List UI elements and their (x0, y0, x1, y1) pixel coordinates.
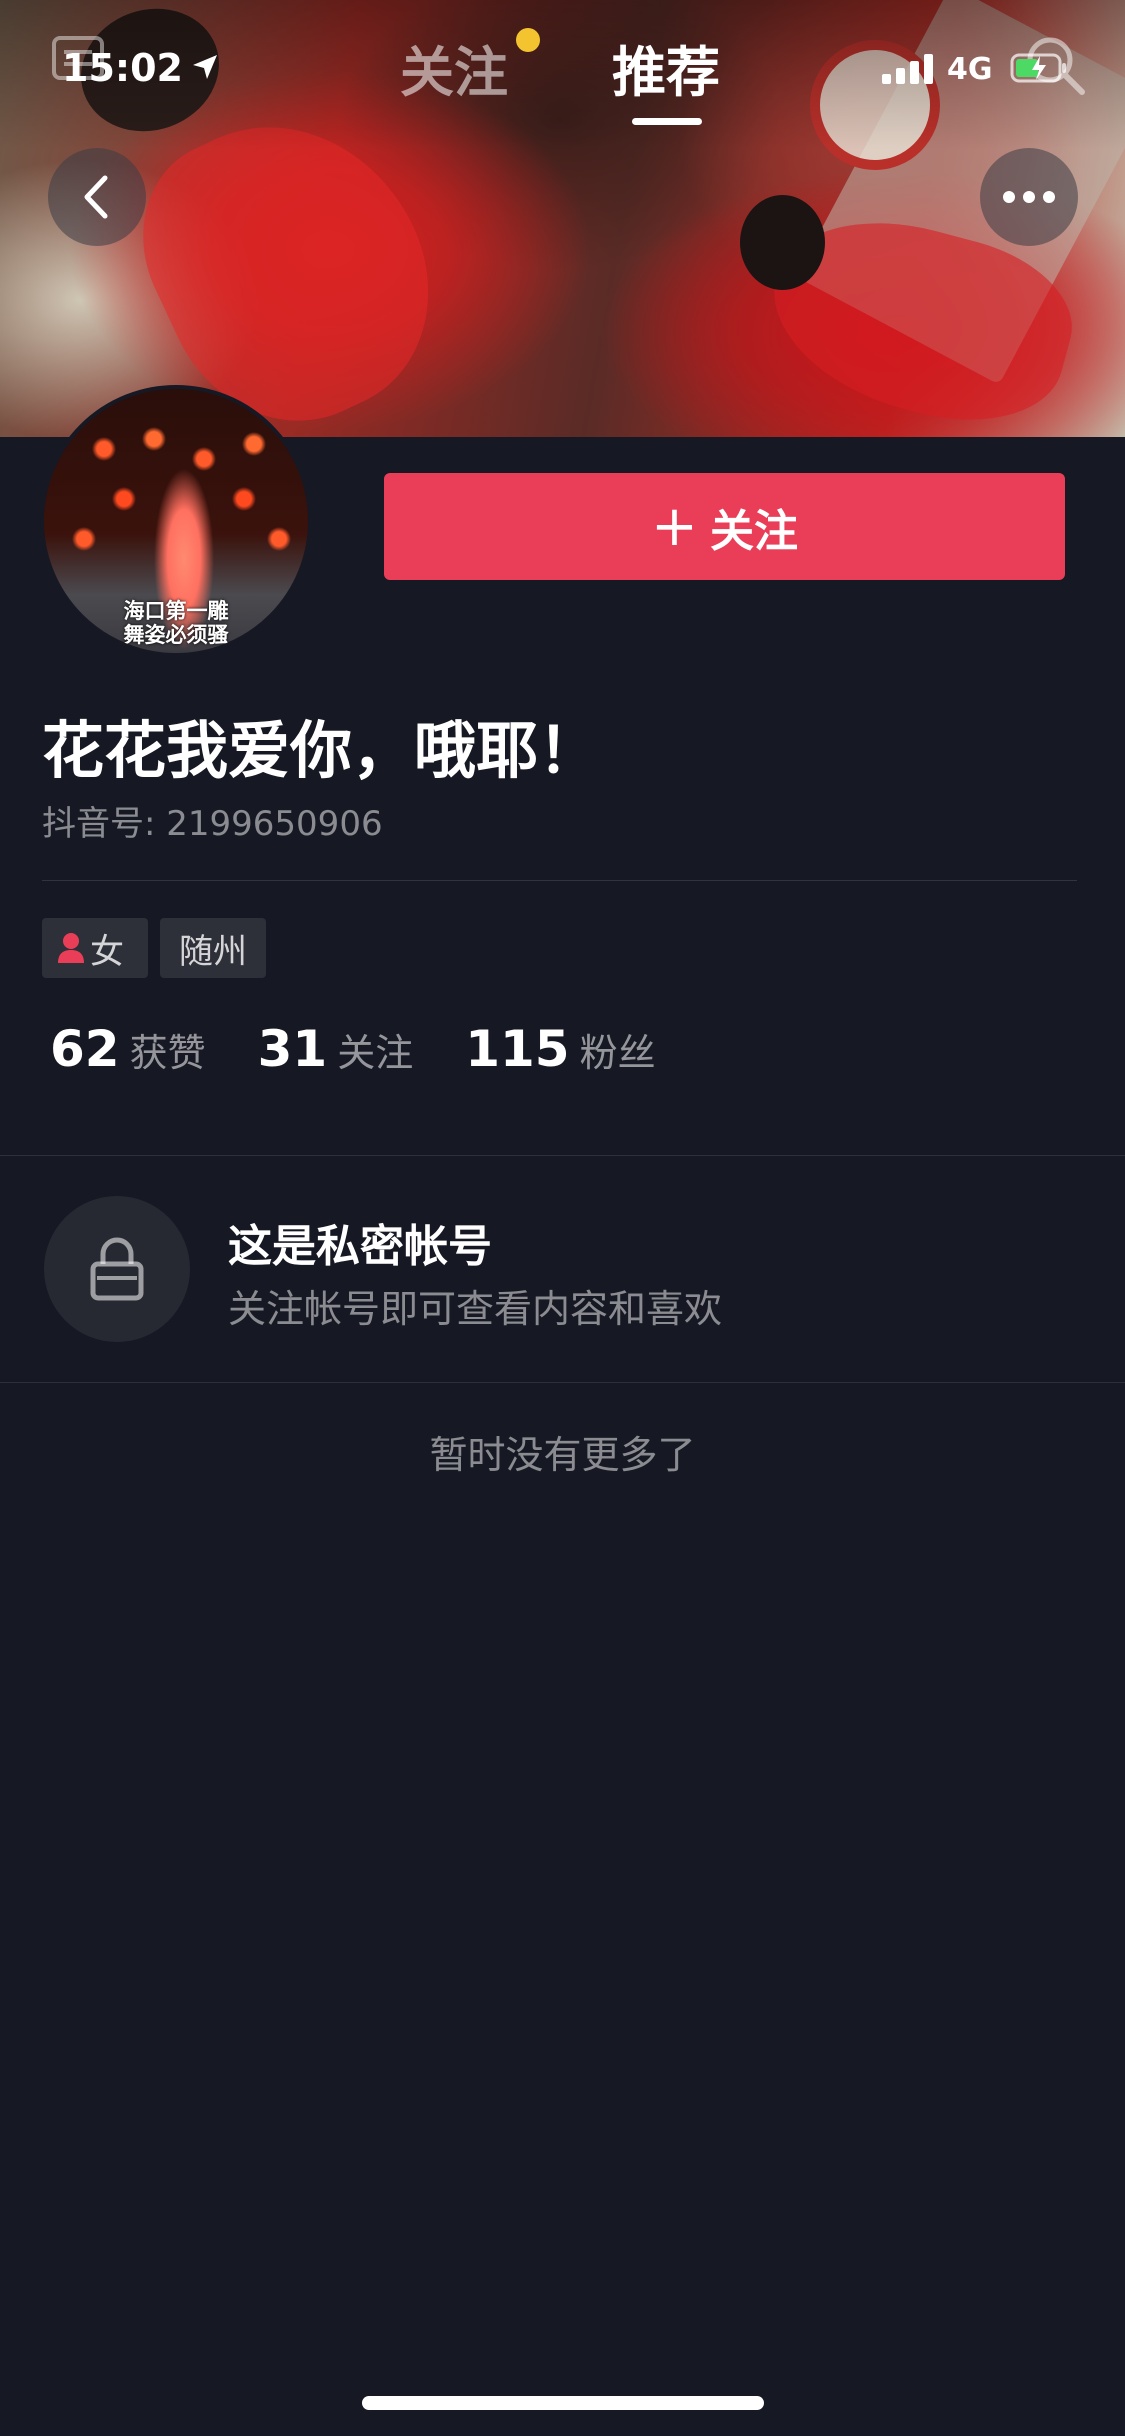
likes-label: 获赞 (129, 1031, 206, 1075)
back-icon (84, 175, 108, 219)
private-account-title: 这是私密帐号 (228, 1221, 492, 1272)
following-stat[interactable]: 31 关注 (258, 1020, 414, 1078)
following-label: 关注 (337, 1031, 414, 1075)
lock-icon (90, 1237, 144, 1301)
plus-icon: + (651, 493, 698, 559)
back-button[interactable] (48, 148, 146, 246)
no-more-content: 暂时没有更多了 (429, 1433, 696, 1477)
network-type: 4G (947, 52, 993, 87)
divider (0, 1382, 1125, 1383)
lock-badge (44, 1196, 190, 1342)
avatar-caption: 舞姿必须骚 (123, 623, 229, 647)
gender-label: 女 (90, 931, 124, 972)
home-indicator[interactable] (362, 2396, 764, 2410)
signal-icon (882, 54, 933, 84)
cover-decoration (740, 195, 825, 290)
following-count: 31 (257, 1020, 328, 1078)
likes-stat: 62 获赞 (50, 1020, 206, 1078)
battery-icon (1010, 53, 1066, 83)
followers-stat[interactable]: 115 粉丝 (465, 1020, 655, 1078)
gender-tag: 女 (42, 918, 148, 978)
followers-count: 115 (465, 1020, 570, 1078)
divider (0, 1155, 1125, 1156)
private-account-description: 关注帐号即可查看内容和喜欢 (228, 1287, 723, 1331)
gender-female-icon (58, 933, 84, 963)
status-bar: 15:02 4G (0, 0, 1125, 140)
more-icon (1003, 191, 1055, 203)
avatar-caption: 海口第一雕 (123, 599, 229, 623)
followers-label: 粉丝 (579, 1031, 656, 1075)
status-time: 15:02 (62, 46, 183, 90)
avatar[interactable]: 海口第一雕 舞姿必须骚 (40, 385, 312, 657)
city-tag: 随州 (160, 918, 266, 978)
more-button[interactable] (980, 148, 1078, 246)
profile-page: 关注 推荐 15:02 4G 海口第一雕 舞姿必须骚 + 关注 花花我爱你，哦耶… (0, 0, 1125, 2436)
likes-count: 62 (50, 1020, 120, 1078)
stats-row: 62 获赞 31 关注 115 粉丝 (50, 1020, 708, 1090)
divider (42, 880, 1077, 881)
follow-button-label: 关注 (709, 505, 798, 557)
nickname: 花花我爱你，哦耶！ (42, 714, 601, 787)
follow-button[interactable]: + 关注 (384, 473, 1065, 580)
location-icon (193, 55, 217, 79)
douyin-id: 抖音号: 2199650906 (42, 804, 383, 844)
